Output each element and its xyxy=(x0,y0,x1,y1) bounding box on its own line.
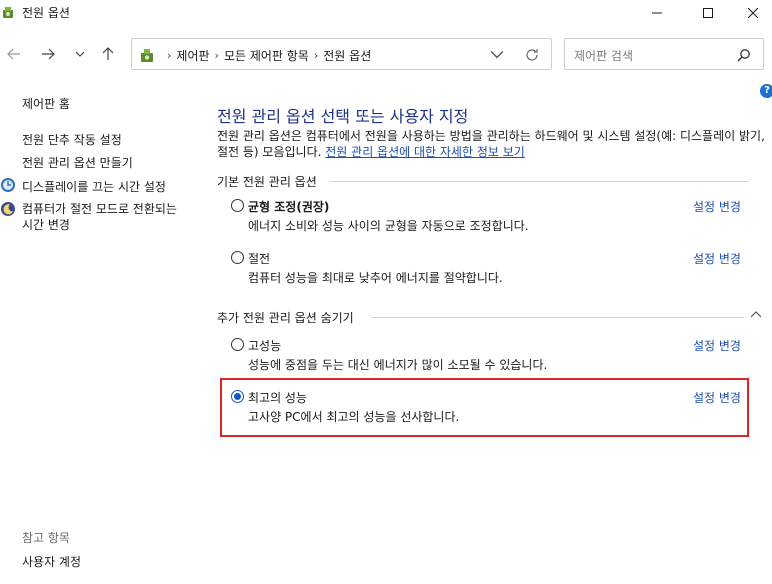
section-divider xyxy=(372,317,744,318)
close-button[interactable] xyxy=(730,0,772,26)
plan-description: 고사양 PC에서 최고의 성능을 선사합니다. xyxy=(248,410,460,424)
plan-name[interactable]: 고성능 xyxy=(248,337,281,354)
plan-name[interactable]: 균형 조정(권장) xyxy=(248,198,329,215)
recent-locations-button[interactable] xyxy=(70,44,90,64)
plan-description: 에너지 소비와 성능 사이의 균형을 자동으로 조정합니다. xyxy=(248,219,529,233)
address-history-dropdown[interactable] xyxy=(490,49,504,61)
control-panel-icon xyxy=(141,49,153,62)
up-button[interactable] xyxy=(98,44,118,64)
sleep-moon-icon xyxy=(1,202,15,216)
learn-more-link[interactable]: 전원 관리 옵션에 대한 자세한 정보 보기 xyxy=(325,145,525,159)
forward-button[interactable] xyxy=(38,44,58,64)
see-also-heading: 참고 항목 xyxy=(22,531,70,545)
chevron-down-icon xyxy=(75,51,85,57)
chevron-right-icon: › xyxy=(214,49,219,62)
address-bar[interactable]: › 제어판 › 모든 제어판 항목 › 전원 옵션 xyxy=(131,38,552,70)
plan-high-performance-radio[interactable] xyxy=(231,338,244,351)
plan-name[interactable]: 절전 xyxy=(248,250,270,267)
chevron-up-icon[interactable] xyxy=(750,309,762,319)
breadcrumb-item-control-panel[interactable]: 제어판 xyxy=(176,47,209,64)
window-title: 전원 옵션 xyxy=(22,6,70,20)
plan-name[interactable]: 최고의 성능 xyxy=(248,389,307,406)
chevron-right-icon: › xyxy=(167,49,172,62)
plan-description: 컴퓨터 성능을 최대로 낮추어 에너지를 절약합니다. xyxy=(248,271,503,285)
sidebar-item-sleep-time[interactable]: 컴퓨터가 절전 모드로 전환되는 시간 변경 xyxy=(22,201,187,233)
change-plan-settings-link[interactable]: 설정 변경 xyxy=(693,389,741,406)
sidebar-item-control-panel-home[interactable]: 제어판 홈 xyxy=(22,95,70,112)
back-button[interactable] xyxy=(4,44,24,64)
sidebar-item-create-power-plan[interactable]: 전원 관리 옵션 만들기 xyxy=(22,154,133,171)
power-options-icon xyxy=(3,7,13,18)
change-plan-settings-link[interactable]: 설정 변경 xyxy=(693,250,741,267)
plan-power-saver-radio[interactable] xyxy=(231,251,244,264)
display-timer-icon xyxy=(1,178,15,192)
extra-plans-heading[interactable]: 추가 전원 관리 옵션 숨기기 xyxy=(217,309,354,326)
arrow-left-icon xyxy=(7,48,20,60)
chevron-right-icon: › xyxy=(313,49,319,62)
sidebar-item-display-off-time[interactable]: 디스플레이를 끄는 시간 설정 xyxy=(22,178,166,195)
maximize-icon xyxy=(703,8,713,18)
sidebar-item-power-button-settings[interactable]: 전원 단추 작동 설정 xyxy=(22,131,122,148)
arrow-up-icon xyxy=(102,47,114,60)
page-description: 전원 관리 옵션은 컴퓨터에서 전원을 사용하는 방법을 관리하는 하드웨어 및… xyxy=(217,128,767,160)
search-icon[interactable] xyxy=(737,48,751,62)
section-divider xyxy=(330,181,748,182)
title-bar: 전원 옵션 xyxy=(0,0,772,26)
search-box[interactable]: 제어판 검색 xyxy=(564,38,764,70)
minimize-button[interactable] xyxy=(634,0,680,26)
page-title: 전원 관리 옵션 선택 또는 사용자 지정 xyxy=(217,107,469,126)
plan-balanced-radio[interactable] xyxy=(231,199,244,212)
minimize-icon xyxy=(652,12,662,14)
sidebar-item-user-accounts[interactable]: 사용자 계정 xyxy=(22,553,81,570)
change-plan-settings-link[interactable]: 설정 변경 xyxy=(693,198,741,215)
help-icon[interactable]: ? xyxy=(760,84,772,98)
change-plan-settings-link[interactable]: 설정 변경 xyxy=(693,337,741,354)
breadcrumb-item-power-options[interactable]: 전원 옵션 xyxy=(323,47,371,64)
breadcrumb-item-all-items[interactable]: 모든 제어판 항목 xyxy=(224,47,309,64)
breadcrumb: › 제어판 › 모든 제어판 항목 › 전원 옵션 xyxy=(162,47,371,64)
basic-plans-heading: 기본 전원 관리 옵션 xyxy=(217,175,317,189)
maximize-button[interactable] xyxy=(685,0,731,26)
refresh-icon[interactable] xyxy=(524,47,540,63)
search-input[interactable]: 제어판 검색 xyxy=(574,47,633,64)
plan-ultimate-performance-radio[interactable] xyxy=(231,390,244,403)
navigation-bar: › 제어판 › 모든 제어판 항목 › 전원 옵션 제어판 검색 xyxy=(0,36,772,72)
plan-description: 성능에 중점을 두는 대신 에너지가 많이 소모될 수 있습니다. xyxy=(248,358,548,372)
arrow-right-icon xyxy=(42,48,55,60)
close-icon xyxy=(748,8,758,18)
